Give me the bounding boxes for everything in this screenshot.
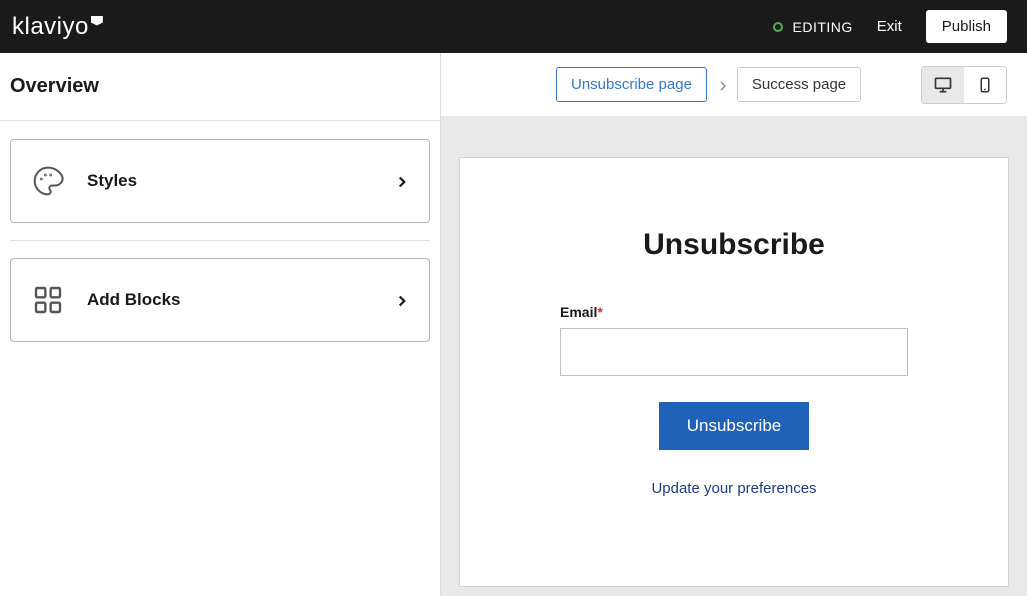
canvas-area: Unsubscribe page Success page (441, 53, 1027, 596)
brand-flag-icon (91, 16, 103, 26)
palette-icon (31, 164, 65, 198)
chevron-right-icon (393, 292, 409, 308)
brand-text: klaviyo (12, 13, 89, 41)
chevron-right-icon (715, 78, 729, 92)
brand-logo[interactable]: klaviyo (12, 13, 103, 41)
editing-status: EDITING (773, 19, 853, 35)
unsubscribe-heading: Unsubscribe (560, 228, 908, 262)
desktop-view-button[interactable] (922, 67, 964, 103)
unsubscribe-button[interactable]: Unsubscribe (659, 402, 810, 450)
styles-panel[interactable]: Styles (10, 139, 430, 223)
email-field[interactable] (560, 328, 908, 376)
desktop-icon (933, 75, 953, 95)
top-bar: klaviyo EDITING Exit Publish (0, 0, 1027, 53)
email-label: Email* (560, 304, 908, 320)
styles-label: Styles (87, 171, 371, 191)
mobile-icon (976, 76, 994, 94)
page-tabs: Unsubscribe page Success page (556, 67, 861, 102)
main-layout: Overview Styles (0, 53, 1027, 596)
chevron-right-icon (393, 173, 409, 189)
blocks-icon (31, 283, 65, 317)
update-preferences-link[interactable]: Update your preferences (560, 480, 908, 497)
status-text: EDITING (793, 19, 853, 35)
status-dot-icon (773, 22, 783, 32)
canvas-background: Unsubscribe Email* Unsubscribe Update yo… (441, 117, 1027, 596)
sidebar-header: Overview (0, 53, 440, 121)
exit-link[interactable]: Exit (877, 18, 902, 35)
publish-button[interactable]: Publish (926, 10, 1007, 43)
canvas-toolbar: Unsubscribe page Success page (441, 53, 1027, 117)
header-actions: EDITING Exit Publish (773, 10, 1008, 43)
add-blocks-label: Add Blocks (87, 290, 371, 310)
page-title: Overview (10, 75, 430, 98)
email-label-text: Email (560, 304, 597, 320)
required-indicator: * (597, 304, 602, 320)
sidebar: Overview Styles (0, 53, 441, 596)
device-toggle (921, 66, 1007, 104)
sidebar-body: Styles Add Blocks (0, 121, 440, 360)
tab-success-page[interactable]: Success page (737, 67, 861, 102)
page-preview: Unsubscribe Email* Unsubscribe Update yo… (459, 157, 1009, 587)
panel-divider (10, 240, 430, 241)
add-blocks-panel[interactable]: Add Blocks (10, 258, 430, 342)
mobile-view-button[interactable] (964, 67, 1006, 103)
tab-unsubscribe-page[interactable]: Unsubscribe page (556, 67, 707, 102)
